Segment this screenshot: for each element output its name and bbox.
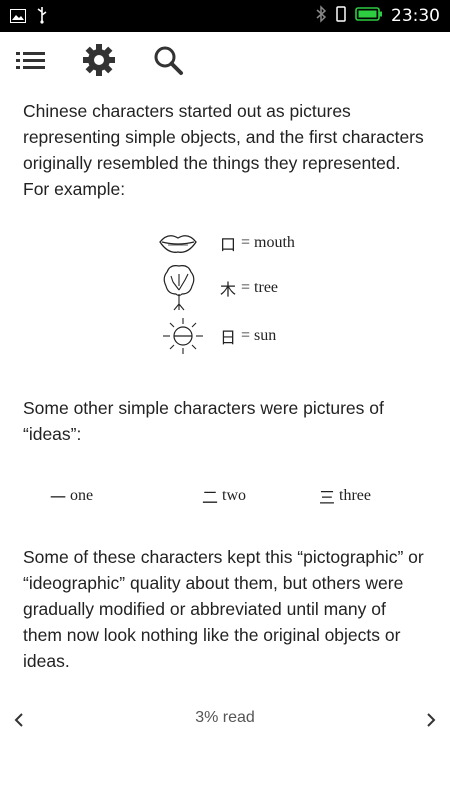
lips-drawing [159, 235, 197, 253]
meaning-two: two [222, 487, 247, 504]
char-mouth: 口 [220, 237, 237, 254]
image-icon [10, 8, 26, 27]
char-sun: 日 [220, 330, 237, 347]
search-icon[interactable] [150, 42, 186, 78]
char-three: 三 [319, 490, 336, 507]
clock: 23:30 [391, 6, 440, 26]
pictograph-row-mouth: 口 = mouth [158, 230, 295, 256]
usb-icon [36, 6, 48, 28]
ideograph-three: 三 three [319, 484, 371, 508]
meaning-three: three [339, 487, 371, 504]
reading-progress: 3% read [195, 709, 255, 726]
status-bar: 23:30 [0, 0, 450, 32]
chevron-right-icon[interactable] [417, 706, 445, 734]
pictograph-row-tree: 木 = tree [162, 262, 278, 314]
body-paragraph: Chinese characters started out as pictur… [23, 101, 424, 199]
ideograph-one: 一 one [50, 484, 93, 508]
tree-drawing [163, 265, 195, 311]
toc-list-icon[interactable] [13, 42, 49, 78]
reader-footer: 3% read [0, 700, 450, 740]
reader-toolbar [0, 32, 450, 92]
body-paragraph: Some other simple characters were pictur… [23, 398, 384, 444]
meaning-sun: = sun [241, 327, 277, 344]
meaning-tree: = tree [241, 279, 279, 296]
char-tree: 木 [220, 282, 237, 299]
char-two: 二 [202, 490, 219, 507]
meaning-mouth: = mouth [241, 234, 295, 251]
char-one: 一 [50, 490, 67, 507]
pictograph-row-sun: 日 = sun [160, 316, 276, 356]
vibrate-icon [335, 5, 347, 27]
battery-icon [355, 6, 383, 26]
body-paragraph: Some of these characters kept this “pict… [23, 547, 424, 671]
ideograph-two: 二 two [202, 484, 246, 508]
settings-gear-icon[interactable] [81, 42, 117, 78]
sun-drawing [163, 318, 203, 354]
meaning-one: one [70, 487, 94, 504]
bluetooth-icon [315, 5, 327, 27]
